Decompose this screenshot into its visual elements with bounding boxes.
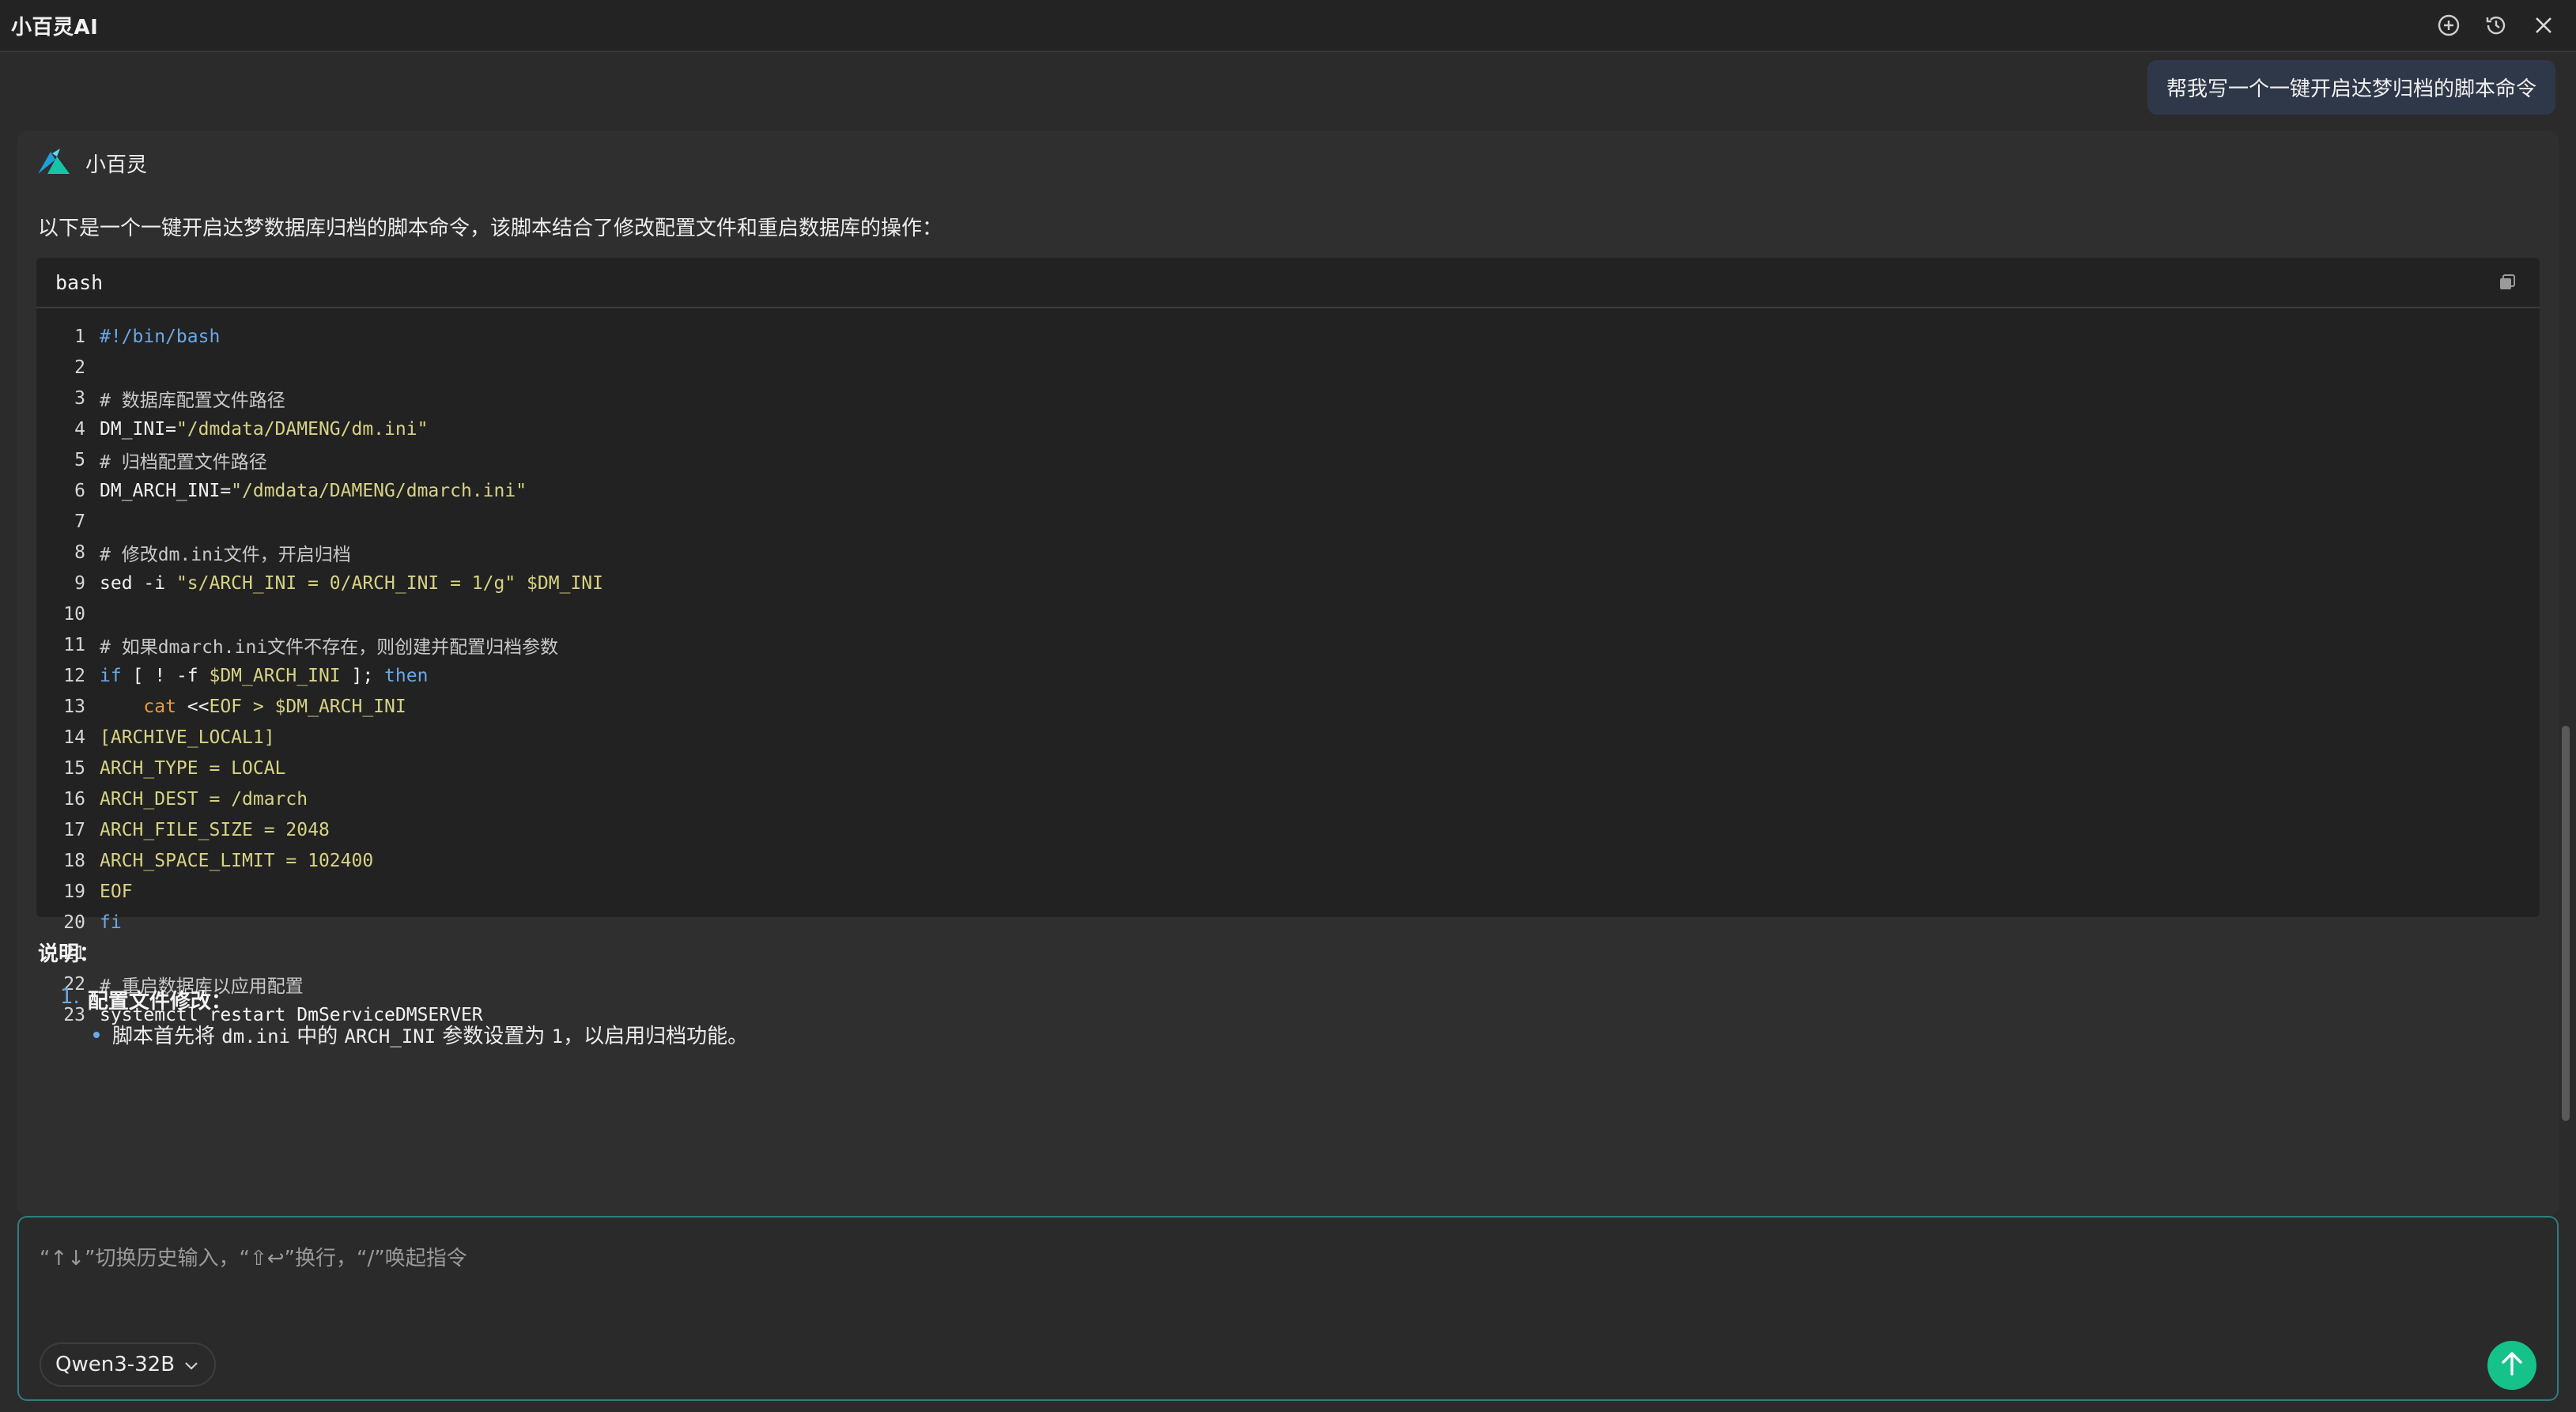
line-number: 10 <box>63 603 85 625</box>
code-text: ARCH_DEST = /dmarch <box>100 788 308 810</box>
line-number: 14 <box>63 727 85 748</box>
code-line: 2 <box>36 352 2540 383</box>
chat-input[interactable] <box>38 1235 2410 1282</box>
code-line: 4 DM_INI="/dmdata/DAMENG/dm.ini" <box>36 413 2540 444</box>
code-line: 9 sed -i "s/ARCH_INI = 0/ARCH_INI = 1/g" … <box>36 568 2540 598</box>
line-number: 9 <box>74 572 85 594</box>
bot-name: 小百灵 <box>85 153 148 177</box>
line-number: 4 <box>74 418 85 440</box>
scrollbar-thumb[interactable] <box>2562 726 2570 1121</box>
code-text: # 如果dmarch.ini文件不存在，则创建并配置归档参数 <box>100 636 559 658</box>
code-lines: 1 #!/bin/bash 2 3 # 数据库配置文件路径 4 DM_INI="/dmdat… <box>36 308 2540 1030</box>
line-number: 7 <box>74 511 85 532</box>
code-text: if [ ! -f $DM_ARCH_INI ]; then <box>100 665 429 686</box>
code-text: # 数据库配置文件路径 <box>100 390 285 411</box>
copy-icon[interactable] <box>2495 270 2519 294</box>
arrow-up-icon <box>2500 1350 2524 1380</box>
answer-card: 小百灵 以下是一个一键开启达梦数据库归档的脚本命令，该脚本结合了修改配置文件和重… <box>17 131 2559 1216</box>
app-title: 小百灵AI <box>11 15 99 40</box>
model-name: Qwen3-32B <box>55 1353 176 1376</box>
code-line: 3 # 数据库配置文件路径 <box>36 383 2540 413</box>
sub-bullet-text: 脚本首先将 dm.ini 中的 ARCH_INI 参数设置为 1，以启用归档功能… <box>112 1025 749 1048</box>
code-line: 12 if [ ! -f $DM_ARCH_INI ]; then <box>36 660 2540 691</box>
code-text: EOF <box>100 881 133 902</box>
code-line: 21 <box>36 938 2540 968</box>
close-icon[interactable] <box>2530 12 2557 39</box>
chat-area[interactable]: 帮我写一个一键开启达梦归档的脚本命令 小百灵 以下是一个一键开启达梦数据库归档的… <box>0 52 2576 1216</box>
sub-bullet: 脚本首先将 dm.ini 中的 ARCH_INI 参数设置为 1，以启用归档功能… <box>93 1020 748 1049</box>
line-number: 8 <box>74 542 85 563</box>
line-number: 15 <box>63 757 85 779</box>
code-language: bash <box>55 270 104 294</box>
code-text: fi <box>100 912 122 933</box>
answer-intro: 以下是一个一键开启达梦数据库归档的脚本命令，该脚本结合了修改配置文件和重启数据库… <box>38 217 943 240</box>
line-number: 5 <box>74 449 85 470</box>
line-number: 20 <box>63 912 85 933</box>
code-line: 5 # 归档配置文件路径 <box>36 444 2540 475</box>
code-line: 6 DM_ARCH_INI="/dmdata/DAMENG/dmarch.ini" <box>36 475 2540 506</box>
code-text: ARCH_SPACE_LIMIT = 102400 <box>100 850 374 871</box>
explain-title: 说明： <box>38 942 100 966</box>
line-number: 1 <box>74 326 85 347</box>
title-bar: 小百灵AI <box>0 0 2576 52</box>
code-text: ARCH_TYPE = LOCAL <box>100 757 286 779</box>
code-text: [ARCHIVE_LOCAL1] <box>100 727 275 748</box>
code-text: DM_ARCH_INI="/dmdata/DAMENG/dmarch.ini" <box>100 480 527 501</box>
bot-logo-icon <box>36 145 71 180</box>
line-number: 19 <box>63 881 85 902</box>
code-line: 17 ARCH_FILE_SIZE = 2048 <box>36 814 2540 845</box>
line-number: 18 <box>63 850 85 871</box>
list-title: 配置文件修改： <box>87 990 232 1014</box>
code-line: 15 ARCH_TYPE = LOCAL <box>36 753 2540 783</box>
code-line: 1 #!/bin/bash <box>36 321 2540 352</box>
scrollbar[interactable] <box>2560 52 2571 1216</box>
code-line: 20 fi <box>36 907 2540 938</box>
list-item: 1. 配置文件修改： <box>60 985 232 1014</box>
code-text: sed -i "s/ARCH_INI = 0/ARCH_INI = 1/g" $… <box>100 572 603 594</box>
title-actions <box>2435 12 2557 39</box>
user-message: 帮我写一个一键开启达梦归档的脚本命令 <box>2147 60 2555 115</box>
code-text: ARCH_FILE_SIZE = 2048 <box>100 819 330 840</box>
code-text: cat <<EOF > $DM_ARCH_INI <box>143 696 406 717</box>
model-selector[interactable]: Qwen3-32B <box>40 1342 217 1387</box>
send-button[interactable] <box>2487 1341 2536 1390</box>
line-number: 16 <box>63 788 85 810</box>
chevron-down-icon <box>184 1353 198 1376</box>
code-line: 11 # 如果dmarch.ini文件不存在，则创建并配置归档参数 <box>36 629 2540 660</box>
code-line: 10 <box>36 598 2540 629</box>
code-text: # 归档配置文件路径 <box>100 451 267 473</box>
history-icon[interactable] <box>2483 12 2510 39</box>
list-number: 1. <box>60 985 80 1009</box>
line-number: 6 <box>74 480 85 501</box>
code-text: #!/bin/bash <box>100 326 221 347</box>
code-text: # 修改dm.ini文件，开启归档 <box>100 544 351 565</box>
line-number: 2 <box>74 357 85 378</box>
code-line: 8 # 修改dm.ini文件，开启归档 <box>36 537 2540 568</box>
code-header: bash <box>36 258 2540 308</box>
code-line: 7 <box>36 506 2540 537</box>
line-number: 13 <box>63 696 85 717</box>
line-number: 3 <box>74 387 85 409</box>
line-number: 17 <box>63 819 85 840</box>
bot-header: 小百灵 <box>36 145 147 180</box>
line-number: 12 <box>63 665 85 686</box>
new-chat-icon[interactable] <box>2435 12 2462 39</box>
code-text: DM_INI="/dmdata/DAMENG/dm.ini" <box>100 418 429 440</box>
code-line: 16 ARCH_DEST = /dmarch <box>36 783 2540 814</box>
line-number: 11 <box>63 634 85 655</box>
bullet-dot <box>93 1031 100 1038</box>
code-block: bash 1 #!/bin/bash 2 3 # 数据库配置文件路径 4 DM_INI="/… <box>36 258 2540 1025</box>
code-line: 18 ARCH_SPACE_LIMIT = 102400 <box>36 845 2540 876</box>
code-line: 14 [ARCHIVE_LOCAL1] <box>36 722 2540 753</box>
code-line: 19 EOF <box>36 876 2540 907</box>
input-box: Qwen3-32B <box>17 1216 2559 1401</box>
code-line: 13 cat <<EOF > $DM_ARCH_INI <box>36 691 2540 722</box>
code-line: 22 # 重启数据库以应用配置 <box>36 968 2540 999</box>
